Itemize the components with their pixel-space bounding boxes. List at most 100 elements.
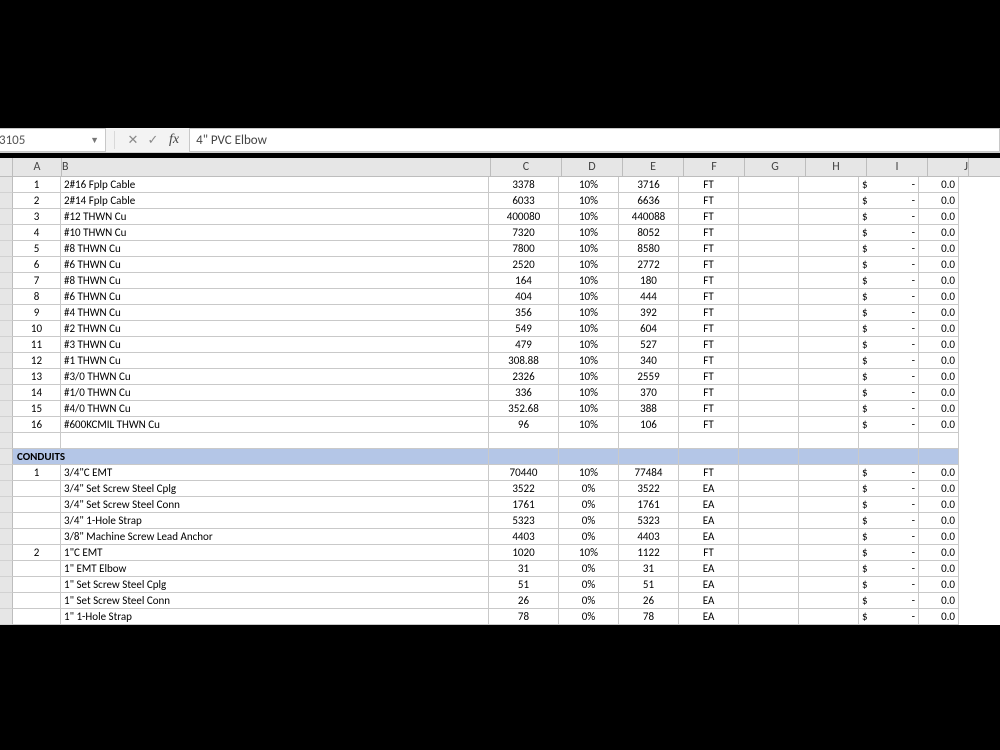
- cell-ext[interactable]: 0.0: [919, 353, 959, 369]
- table-row[interactable]: 16#600KCMIL THWN Cu9610%106FT$-0.0: [0, 417, 1000, 433]
- cell[interactable]: [13, 433, 61, 449]
- cell-unit[interactable]: EA: [679, 577, 739, 593]
- cell-total[interactable]: 4403: [619, 529, 679, 545]
- cell-cost[interactable]: $-: [859, 209, 919, 225]
- col-header-C[interactable]: C: [491, 158, 562, 176]
- cell-qty[interactable]: 26: [489, 593, 559, 609]
- chevron-down-icon[interactable]: ▼: [90, 135, 99, 146]
- cell-description[interactable]: 3/4" 1-Hole Strap: [61, 513, 489, 529]
- row-header[interactable]: [0, 369, 13, 385]
- cell-unit[interactable]: FT: [679, 401, 739, 417]
- cell-ext[interactable]: 0.0: [919, 417, 959, 433]
- row-header[interactable]: [0, 289, 13, 305]
- cell-qty[interactable]: 479: [489, 337, 559, 353]
- row-header[interactable]: [0, 433, 13, 449]
- cell-ext[interactable]: 0.0: [919, 593, 959, 609]
- cell-cost[interactable]: $-: [859, 257, 919, 273]
- cell-unit[interactable]: EA: [679, 593, 739, 609]
- table-row[interactable]: 14#1/0 THWN Cu33610%370FT$-0.0: [0, 385, 1000, 401]
- cell-waste[interactable]: 0%: [559, 593, 619, 609]
- cell[interactable]: [739, 177, 799, 193]
- cell-cost[interactable]: $-: [859, 529, 919, 545]
- cell-cost[interactable]: $-: [859, 225, 919, 241]
- cell[interactable]: [799, 545, 859, 561]
- table-row[interactable]: 12#16 Fplp Cable337810%3716FT$-0.0: [0, 177, 1000, 193]
- cell-unit[interactable]: FT: [679, 209, 739, 225]
- cell-cost[interactable]: $-: [859, 321, 919, 337]
- cell-cost[interactable]: $-: [859, 273, 919, 289]
- cell[interactable]: [739, 417, 799, 433]
- cell-index[interactable]: 7: [13, 273, 61, 289]
- row-header[interactable]: [0, 257, 13, 273]
- cell[interactable]: [799, 497, 859, 513]
- row-header[interactable]: [0, 465, 13, 481]
- cell-cost[interactable]: $-: [859, 561, 919, 577]
- cancel-icon[interactable]: ✕: [123, 133, 143, 148]
- cell-cost[interactable]: $-: [859, 545, 919, 561]
- cell[interactable]: [739, 385, 799, 401]
- cell-unit[interactable]: FT: [679, 465, 739, 481]
- cell-unit[interactable]: FT: [679, 273, 739, 289]
- cell-index[interactable]: 9: [13, 305, 61, 321]
- cell-description[interactable]: #4/0 THWN Cu: [61, 401, 489, 417]
- cell-total[interactable]: 180: [619, 273, 679, 289]
- cell[interactable]: [679, 433, 739, 449]
- cell-description[interactable]: #12 THWN Cu: [61, 209, 489, 225]
- cell[interactable]: [799, 321, 859, 337]
- cell-unit[interactable]: FT: [679, 305, 739, 321]
- cell-total[interactable]: 8052: [619, 225, 679, 241]
- cell-index[interactable]: 16: [13, 417, 61, 433]
- cell-ext[interactable]: 0.0: [919, 241, 959, 257]
- cell[interactable]: [739, 481, 799, 497]
- cell-ext[interactable]: 0.0: [919, 561, 959, 577]
- cell[interactable]: [799, 609, 859, 625]
- cell-qty[interactable]: 308.88: [489, 353, 559, 369]
- cell-total[interactable]: 370: [619, 385, 679, 401]
- row-header[interactable]: [0, 513, 13, 529]
- cell-cost[interactable]: $-: [859, 465, 919, 481]
- row-header[interactable]: [0, 193, 13, 209]
- cell[interactable]: [799, 513, 859, 529]
- cell[interactable]: [739, 577, 799, 593]
- cell[interactable]: [739, 545, 799, 561]
- table-row[interactable]: 1" Set Screw Steel Conn260%26EA$-0.0: [0, 593, 1000, 609]
- cell-total[interactable]: 5323: [619, 513, 679, 529]
- row-header[interactable]: [0, 241, 13, 257]
- cell[interactable]: [489, 433, 559, 449]
- spreadsheet-grid[interactable]: A B C D E F G H I J 12#16 Fplp Cable3378…: [0, 158, 1000, 625]
- cell-cost[interactable]: $-: [859, 241, 919, 257]
- row-header[interactable]: [0, 177, 13, 193]
- cell[interactable]: [739, 273, 799, 289]
- table-row[interactable]: 10#2 THWN Cu54910%604FT$-0.0: [0, 321, 1000, 337]
- cell-qty[interactable]: 3378: [489, 177, 559, 193]
- row-header[interactable]: [0, 305, 13, 321]
- cell-qty[interactable]: 1761: [489, 497, 559, 513]
- cell[interactable]: [61, 433, 489, 449]
- col-header-J[interactable]: J: [928, 158, 969, 176]
- cell[interactable]: [739, 193, 799, 209]
- cell-index[interactable]: 2: [13, 545, 61, 561]
- cell-unit[interactable]: FT: [679, 545, 739, 561]
- cell-waste[interactable]: 10%: [559, 289, 619, 305]
- cell-index[interactable]: 1: [13, 177, 61, 193]
- cell-qty[interactable]: 7800: [489, 241, 559, 257]
- cell-description[interactable]: 3/4" Set Screw Steel Conn: [61, 497, 489, 513]
- row-header[interactable]: [0, 273, 13, 289]
- table-row[interactable]: 9#4 THWN Cu35610%392FT$-0.0: [0, 305, 1000, 321]
- cell-unit[interactable]: EA: [679, 481, 739, 497]
- cell[interactable]: [739, 257, 799, 273]
- cell[interactable]: [619, 449, 679, 465]
- cell-description[interactable]: #8 THWN Cu: [61, 273, 489, 289]
- cell-waste[interactable]: 10%: [559, 241, 619, 257]
- col-header-B[interactable]: B: [62, 158, 491, 176]
- cell-ext[interactable]: 0.0: [919, 369, 959, 385]
- row-header[interactable]: [0, 353, 13, 369]
- row-header[interactable]: [0, 529, 13, 545]
- cell-waste[interactable]: 10%: [559, 369, 619, 385]
- cell-cost[interactable]: $-: [859, 177, 919, 193]
- cell-waste[interactable]: 10%: [559, 305, 619, 321]
- cell-ext[interactable]: 0.0: [919, 465, 959, 481]
- enter-icon[interactable]: ✓: [143, 133, 163, 148]
- cell[interactable]: [799, 369, 859, 385]
- cell-qty[interactable]: 2326: [489, 369, 559, 385]
